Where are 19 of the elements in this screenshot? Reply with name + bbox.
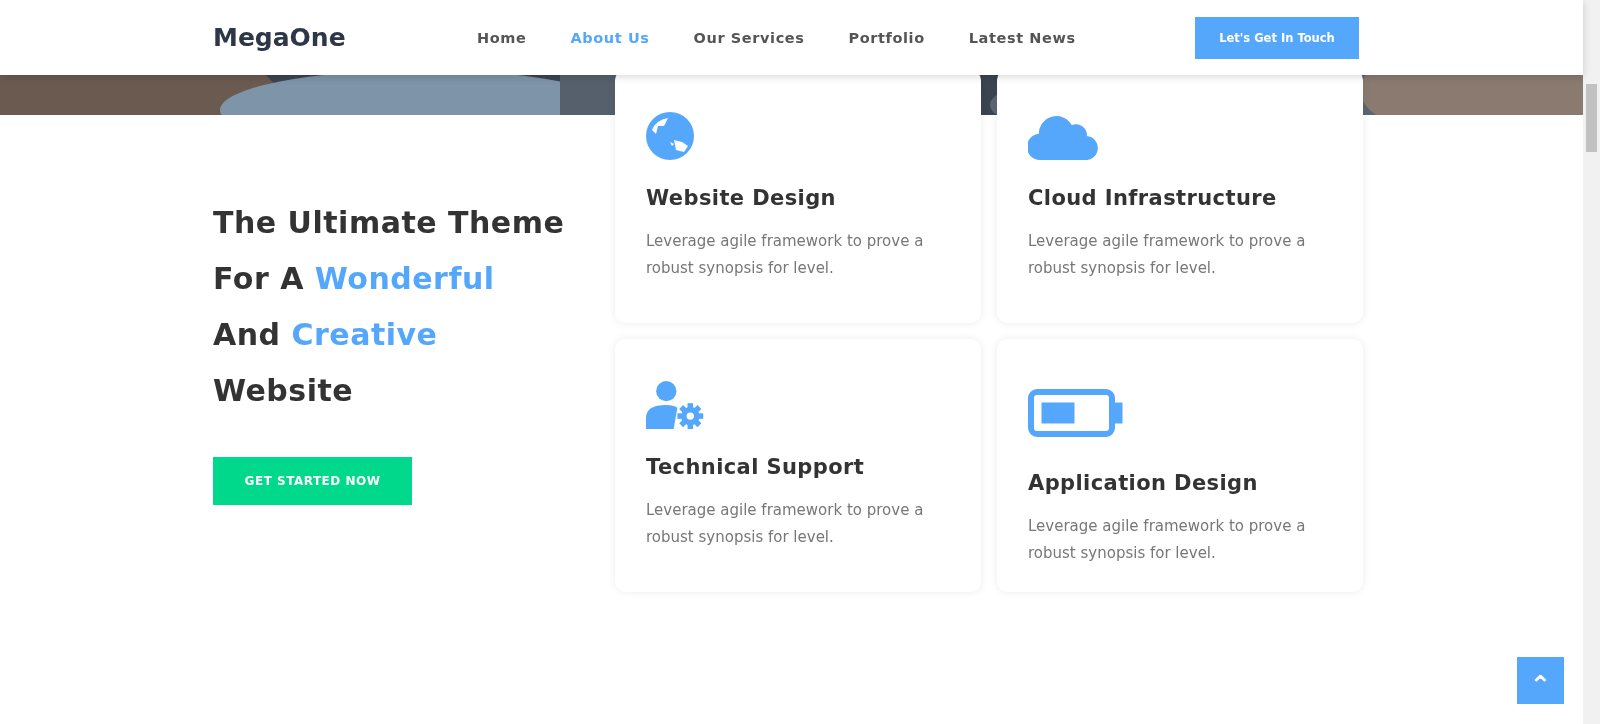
nav-link[interactable]: Latest News [968,29,1076,46]
card-title: Website Design [646,186,837,210]
nav-link[interactable]: Our Services [693,29,805,46]
scrollbar[interactable] [1583,0,1600,724]
card-title: Application Design [1028,471,1259,495]
headline: The Ultimate Theme For A Wonderful And Creative Website [213,204,566,410]
card-title: Cloud Infrastructure [1028,186,1278,210]
card-text: Leverage agile framework to prove a robust synopsis for level. [1028,516,1307,564]
logo[interactable]: MegaOne [213,23,477,52]
card-text: Leverage agile framework to prove a robust synopsis for level. [646,231,925,279]
card-text: Leverage agile framework to prove a robust synopsis for level. [1028,231,1307,279]
globe-icon [646,112,694,160]
nav-link[interactable]: Home [477,29,527,46]
card-text: Leverage agile framework to prove a robust synopsis for level. [646,500,925,548]
battery-icon [1028,389,1124,437]
user-gear-icon [646,381,706,429]
nav-link[interactable]: Portfolio [848,29,925,46]
scrollbar-thumb[interactable] [1586,84,1597,152]
card-title: Technical Support [646,455,866,479]
